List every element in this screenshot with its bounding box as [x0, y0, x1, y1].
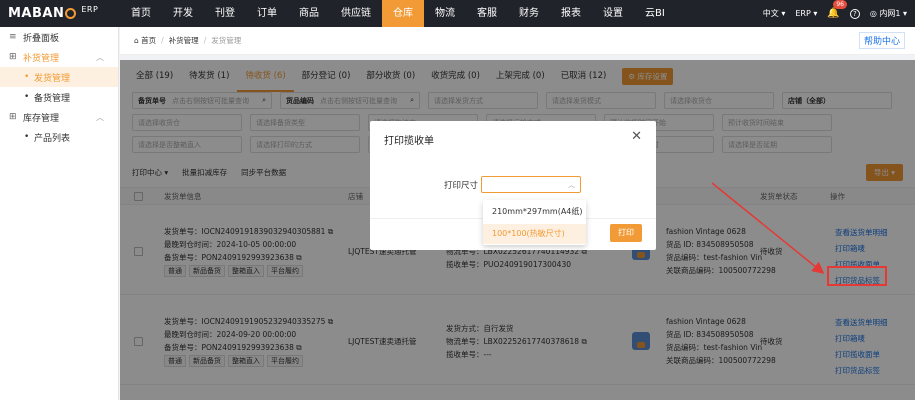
- breadcrumb-level1[interactable]: 补货管理: [169, 35, 199, 46]
- print-size-select[interactable]: ︿: [481, 176, 581, 193]
- nav-item[interactable]: 首页: [120, 0, 162, 27]
- sidebar-group-header[interactable]: ⊞ 补货管理 ︿: [0, 47, 118, 67]
- breadcrumb: ⌂ 首页 / 补货管理 / 发货管理 帮助中心: [120, 27, 915, 55]
- user-menu[interactable]: ◎ 内网1 ▾: [870, 8, 907, 19]
- sidebar-item[interactable]: • 备货管理: [0, 87, 118, 107]
- help-center-link[interactable]: 帮助中心: [858, 32, 905, 49]
- top-navbar: MABAN ERP 首页 开发 刊登 订单 商品 供应链 仓库 物流 客服 财务 报表 设置 云BI 中文…: [0, 0, 915, 27]
- print-size-option[interactable]: 100*100(热敏尺寸): [483, 224, 586, 244]
- notification-badge: 96: [833, 0, 847, 9]
- sidebar-group: ⊞ 库存管理 ︿ • 产品列表: [0, 107, 118, 147]
- nav-item[interactable]: 财务: [508, 0, 550, 27]
- help-icon[interactable]: ?: [849, 8, 860, 19]
- nav-item[interactable]: 供应链: [330, 0, 382, 27]
- language-select[interactable]: 中文 ▾: [763, 8, 786, 19]
- nav-item[interactable]: 订单: [246, 0, 288, 27]
- sidebar: ≡ 折叠面板 ⊞ 补货管理 ︿ • 发货管理 • 备货管理 ⊞ 库存管理 ︿ • 产品列表: [0, 27, 119, 400]
- modal-title: 打印揽收单: [384, 136, 434, 147]
- close-icon[interactable]: ✕: [631, 130, 642, 143]
- print-size-label: 打印尺寸: [444, 181, 479, 191]
- grid-icon: ⊞: [9, 112, 17, 122]
- nav-item[interactable]: 商品: [288, 0, 330, 27]
- sidebar-item[interactable]: • 产品列表: [0, 127, 118, 147]
- sidebar-group: ⊞ 补货管理 ︿ • 发货管理 • 备货管理: [0, 47, 118, 107]
- print-size-dropdown: 210mm*297mm(A4纸) 100*100(热敏尺寸): [483, 200, 586, 245]
- annotation-highlight: [827, 266, 887, 286]
- main-nav: 首页 开发 刊登 订单 商品 供应链 仓库 物流 客服 财务 报表 设置 云BI: [120, 0, 676, 27]
- chevron-up-icon: ︿: [96, 112, 104, 122]
- erp-select[interactable]: ERP ▾: [795, 9, 817, 18]
- sidebar-group-header[interactable]: ⊞ 库存管理 ︿: [0, 107, 118, 127]
- sidebar-item[interactable]: • 发货管理: [0, 67, 118, 87]
- breadcrumb-home[interactable]: 首页: [141, 35, 156, 46]
- nav-item[interactable]: 物流: [424, 0, 466, 27]
- breadcrumb-level2: 发货管理: [211, 36, 242, 45]
- nav-item[interactable]: 云BI: [634, 0, 676, 27]
- nav-item[interactable]: 开发: [162, 0, 204, 27]
- sidebar-collapse[interactable]: ≡ 折叠面板: [0, 27, 118, 47]
- menu-icon: ≡: [9, 32, 17, 42]
- print-size-option[interactable]: 210mm*297mm(A4纸): [483, 202, 586, 222]
- home-icon: ⌂: [134, 36, 142, 45]
- grid-icon: ⊞: [9, 52, 17, 62]
- print-button[interactable]: 打印: [610, 224, 642, 242]
- chevron-up-icon: ︿: [568, 180, 575, 189]
- nav-item[interactable]: 设置: [592, 0, 634, 27]
- nav-item[interactable]: 刊登: [204, 0, 246, 27]
- app-logo[interactable]: MABAN ERP: [0, 0, 120, 27]
- bell-icon[interactable]: 🔔 96: [827, 0, 847, 19]
- top-right-controls: 中文 ▾ ERP ▾ 🔔 96 ? ◎ 内网1 ▾: [763, 0, 915, 27]
- nav-item[interactable]: 仓库: [382, 0, 424, 27]
- nav-item[interactable]: 报表: [550, 0, 592, 27]
- chevron-up-icon: ︿: [96, 52, 104, 62]
- nav-item[interactable]: 客服: [466, 0, 508, 27]
